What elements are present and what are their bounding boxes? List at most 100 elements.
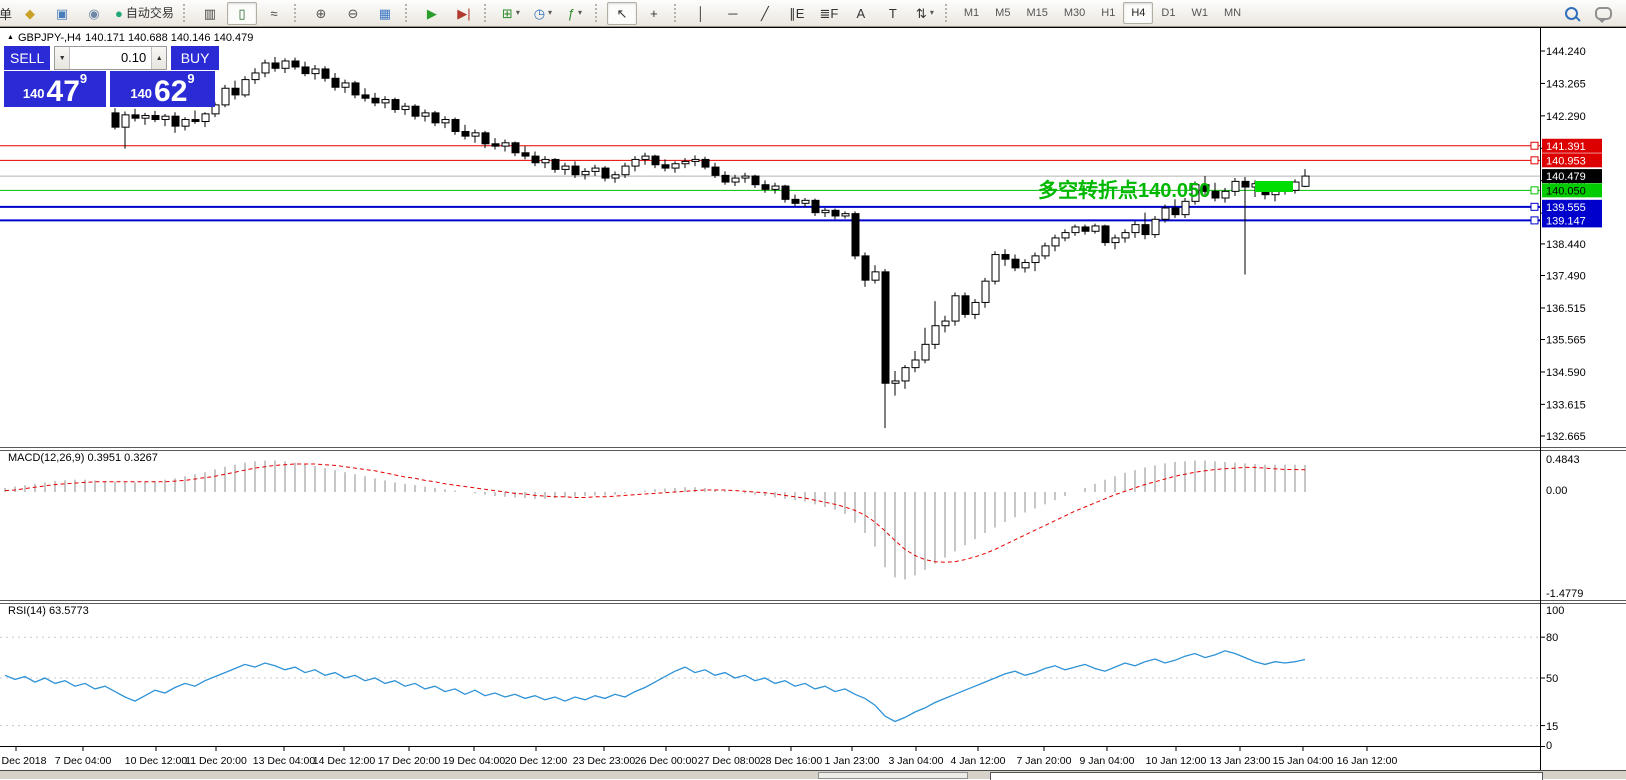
date-tick-label: 7 Dec 04:00 bbox=[55, 755, 112, 767]
fibonacci-icon[interactable]: ≣F bbox=[814, 2, 844, 25]
collapse-triangle-icon: ▲ bbox=[7, 34, 14, 41]
date-tick-label: 1 Jan 23:00 bbox=[825, 755, 880, 767]
price-tick-label: 135.565 bbox=[1546, 335, 1586, 347]
timeframe-M1[interactable]: M1 bbox=[956, 2, 987, 24]
chart-canvas[interactable]: 多空转折点140.050MACD(12,26,9) 0.3951 0.32670… bbox=[0, 0, 1626, 779]
new-chart-icon[interactable]: ⊞▾ bbox=[496, 2, 526, 25]
bar-chart-icon[interactable]: ▥ bbox=[195, 2, 225, 25]
buy-price-sup: 9 bbox=[187, 71, 194, 86]
date-tick-label: 27 Dec 08:00 bbox=[698, 755, 761, 767]
timeframe-H4[interactable]: H4 bbox=[1123, 2, 1153, 24]
line-chart-icon[interactable]: ≈ bbox=[259, 2, 289, 25]
trendline-icon[interactable]: ╱ bbox=[750, 2, 780, 25]
rsi-scale-label: 0 bbox=[1546, 740, 1552, 752]
price-tick-label: 136.515 bbox=[1546, 303, 1586, 315]
price-level-label: 140.953 bbox=[1546, 155, 1586, 167]
buy-price-big: 62 bbox=[154, 78, 187, 105]
periods-icon[interactable]: ◷▾ bbox=[528, 2, 558, 25]
price-tick-label: 137.490 bbox=[1546, 271, 1586, 283]
sell-button[interactable]: SELL bbox=[4, 46, 50, 70]
date-tick-label: 3 Jan 04:00 bbox=[889, 755, 944, 767]
sell-price-big: 47 bbox=[47, 78, 80, 105]
price-level-label: 139.555 bbox=[1546, 202, 1586, 214]
macd-scale-label: 0.00 bbox=[1546, 485, 1567, 497]
crosshair-icon[interactable]: + bbox=[639, 2, 669, 25]
autotrading-button[interactable]: ●自动交易 bbox=[111, 2, 178, 25]
toolbar-grip bbox=[294, 4, 300, 22]
zoom-in-icon[interactable]: ⊕ bbox=[306, 2, 336, 25]
channel-icon[interactable]: ∥E bbox=[782, 2, 812, 25]
text-icon[interactable]: A bbox=[846, 2, 876, 25]
price-tick-label: 133.615 bbox=[1546, 399, 1586, 411]
date-tick-label: 13 Jan 23:00 bbox=[1210, 755, 1271, 767]
timeframe-M5[interactable]: M5 bbox=[987, 2, 1018, 24]
line-end-marker bbox=[1531, 157, 1538, 164]
price-tick-label: 134.590 bbox=[1546, 367, 1586, 379]
date-tick-label: 23 Dec 23:00 bbox=[573, 755, 636, 767]
volume-stepper: ▼ 0.10 ▲ bbox=[54, 46, 167, 70]
chart-shift-icon[interactable]: ▶| bbox=[449, 2, 479, 25]
chart-title: ▲GBPJPY-,H4140.171 140.688 140.146 140.4… bbox=[7, 32, 257, 44]
price-tick-label: 142.290 bbox=[1546, 111, 1586, 123]
signal-icon[interactable]: ◉ bbox=[79, 2, 109, 25]
buy-button[interactable]: BUY bbox=[171, 46, 219, 70]
symbol-search-button[interactable] bbox=[1556, 2, 1586, 25]
candlestick-chart-icon[interactable]: ▯ bbox=[227, 2, 257, 25]
date-tick-label: 26 Dec 00:00 bbox=[635, 755, 698, 767]
timeframe-MN[interactable]: MN bbox=[1216, 2, 1249, 24]
date-tick-label: 28 Dec 16:00 bbox=[760, 755, 823, 767]
zoom-out-icon[interactable]: ⊖ bbox=[338, 2, 368, 25]
client-profile-icon[interactable]: ▣ bbox=[47, 2, 77, 25]
date-tick-label: 13 Dec 04:00 bbox=[253, 755, 316, 767]
chat-icon bbox=[1595, 7, 1612, 20]
line-end-marker bbox=[1531, 217, 1538, 224]
timeframe-H1[interactable]: H1 bbox=[1093, 2, 1123, 24]
date-tick-label: 9 Jan 04:00 bbox=[1080, 755, 1135, 767]
date-tick-label: 10 Jan 12:00 bbox=[1146, 755, 1207, 767]
dropdown-caret-icon: ▾ bbox=[578, 9, 582, 17]
timeframe-D1[interactable]: D1 bbox=[1153, 2, 1183, 24]
horizontal-line-icon[interactable]: ─ bbox=[718, 2, 748, 25]
volume-decrease-button[interactable]: ▼ bbox=[55, 47, 70, 69]
price-level-label: 140.050 bbox=[1546, 185, 1586, 197]
timeframe-M30[interactable]: M30 bbox=[1056, 2, 1093, 24]
date-tick-label: 17 Dec 20:00 bbox=[378, 755, 441, 767]
arrows-icon[interactable]: ⇅▾ bbox=[910, 2, 940, 25]
one-click-trading-panel: SELL ▼ 0.10 ▲ BUY 140479 140629 bbox=[4, 46, 219, 107]
date-tick-label: Dec 2018 bbox=[2, 755, 47, 767]
auto-scroll-icon[interactable]: ▶ bbox=[417, 2, 447, 25]
timeframe-M15[interactable]: M15 bbox=[1018, 2, 1055, 24]
price-level-label: 140.479 bbox=[1546, 171, 1586, 183]
line-end-marker bbox=[1531, 203, 1538, 210]
bottom-window-strip bbox=[0, 770, 1626, 779]
date-tick-label: 4 Jan 12:00 bbox=[951, 755, 1006, 767]
timeframe-W1[interactable]: W1 bbox=[1183, 2, 1216, 24]
volume-value[interactable]: 0.10 bbox=[70, 47, 151, 69]
date-tick-label: 10 Dec 12:00 bbox=[125, 755, 188, 767]
sell-price-display[interactable]: 140479 bbox=[4, 71, 106, 107]
dropdown-caret-icon: ▾ bbox=[516, 9, 520, 17]
new-order-button-partial[interactable]: 单 bbox=[0, 4, 14, 23]
pivot-annotation-text[interactable]: 多空转折点140.050 bbox=[1038, 178, 1210, 202]
line-end-marker bbox=[1531, 142, 1538, 149]
rsi-scale-label: 15 bbox=[1546, 721, 1558, 733]
text-label-icon[interactable]: T bbox=[878, 2, 908, 25]
date-tick-label: 14 Dec 12:00 bbox=[313, 755, 376, 767]
toolbar-grip bbox=[674, 4, 680, 22]
date-tick-label: 7 Jan 20:00 bbox=[1017, 755, 1072, 767]
dropdown-caret-icon: ▾ bbox=[930, 9, 934, 17]
autotrading-icon: ● bbox=[115, 7, 123, 20]
rsi-scale-label: 100 bbox=[1546, 605, 1564, 617]
price-tick-label: 138.440 bbox=[1546, 239, 1586, 251]
indicators-icon[interactable]: ƒ▾ bbox=[560, 2, 590, 25]
buy-price-display[interactable]: 140629 bbox=[110, 71, 215, 107]
price-tick-label: 144.240 bbox=[1546, 46, 1586, 58]
chat-button[interactable] bbox=[1588, 2, 1618, 25]
tile-windows-icon[interactable]: ▦ bbox=[370, 2, 400, 25]
vertical-line-icon[interactable]: │ bbox=[686, 2, 716, 25]
cursor-icon[interactable]: ↖ bbox=[607, 2, 637, 25]
rsi-scale-label: 50 bbox=[1546, 673, 1558, 685]
green-highlight-rect[interactable] bbox=[1255, 181, 1293, 192]
history-book-icon[interactable]: ◆ bbox=[15, 2, 45, 25]
volume-increase-button[interactable]: ▲ bbox=[151, 47, 166, 69]
